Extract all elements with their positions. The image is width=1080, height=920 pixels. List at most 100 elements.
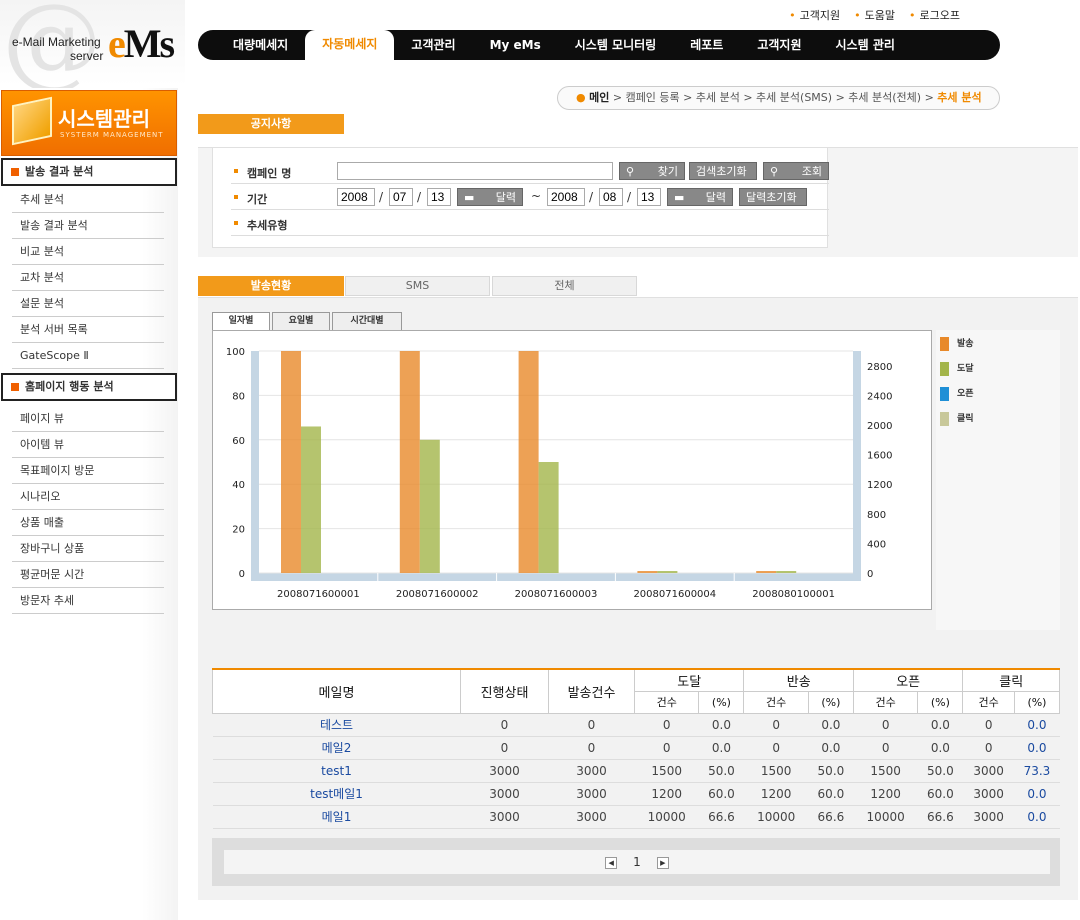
sidebar-section-send-result[interactable]: 발송 결과 분석: [1, 158, 177, 186]
col-sub-count: 건수: [633, 690, 700, 714]
legend-item-reach: 도달: [940, 361, 974, 376]
top-link-support[interactable]: 고객지원: [789, 7, 840, 23]
sidebar-item-send-result[interactable]: 발송 결과 분석: [12, 213, 164, 239]
calendar-reset-button[interactable]: 달력초기화: [739, 188, 807, 206]
mail-name-link[interactable]: 테스트: [212, 713, 461, 737]
y-tick-label: 60: [232, 436, 245, 447]
sidebar-item-stay-time[interactable]: 평균머문 시간: [12, 562, 164, 588]
to-day-input[interactable]: [637, 188, 661, 206]
col-reach: 도달: [633, 668, 745, 692]
mail-name-link[interactable]: test메일1: [212, 782, 461, 806]
table-cell: 0: [743, 736, 809, 760]
table-cell: 0: [962, 736, 1015, 760]
sidebar-item-survey[interactable]: 설문 분석: [12, 291, 164, 317]
next-page-icon[interactable]: ▶: [656, 856, 669, 869]
from-day-input[interactable]: [427, 188, 451, 206]
sidebar-item-scenario[interactable]: 시나리오: [12, 484, 164, 510]
find-button[interactable]: ⚲ 찾기: [619, 162, 685, 180]
mail-name-link[interactable]: 메일1: [212, 805, 461, 829]
sidebar-item-gatescope[interactable]: GateScope Ⅱ: [12, 343, 164, 369]
from-calendar-button[interactable]: ▬ 달력: [457, 188, 523, 206]
sidebar-item-sales[interactable]: 상품 매출: [12, 510, 164, 536]
sidebar-section-homepage[interactable]: 홈페이지 행동 분석: [1, 373, 177, 401]
table-cell: 3000: [460, 782, 549, 806]
chart-tab-weekday[interactable]: 요일별: [272, 312, 330, 331]
sidebar-item-server-list[interactable]: 분석 서버 목록: [12, 317, 164, 343]
y2-tick-label: 0: [867, 569, 873, 580]
gnb-auto-message[interactable]: 자동메세지: [305, 30, 395, 64]
bar-reach: [419, 439, 440, 573]
search-form: 캠페인 명 ⚲ 찾기 검색초기화 ⚲ 조회 기간 / / ▬ 달력 ~ / / ▬ 달력…: [212, 148, 829, 248]
gnb-report[interactable]: 레포트: [673, 30, 740, 60]
bar-send: [756, 571, 777, 573]
legend-swatch-click: [940, 411, 949, 426]
y2-tick-label: 1200: [867, 480, 892, 491]
sidebar-title-en: SYSTERM MANAGEMENT: [60, 131, 164, 139]
sidebar-item-cross[interactable]: 교차 분석: [12, 265, 164, 291]
table-cell: 66.6: [808, 805, 854, 829]
sidebar-item-item-view[interactable]: 아이템 뷰: [12, 432, 164, 458]
search-reset-button[interactable]: 검색초기화: [689, 162, 757, 180]
bar-reach: [776, 571, 797, 573]
table-cell: 1500: [853, 759, 918, 783]
table-cell: 0.0: [808, 713, 854, 737]
table-cell: 10000: [634, 805, 699, 829]
date-slash: /: [379, 190, 384, 204]
notice-tab[interactable]: 공지사항: [198, 114, 344, 134]
chart-tab-daily[interactable]: 일자별: [212, 312, 270, 331]
page-number[interactable]: 1: [633, 855, 641, 869]
query-button[interactable]: ⚲ 조회: [763, 162, 829, 180]
top-link-logout[interactable]: 로그오프: [909, 7, 960, 23]
pagination-bar: ◀ 1 ▶: [224, 850, 1050, 874]
from-year-input[interactable]: [337, 188, 375, 206]
col-sub-count: 건수: [962, 690, 1015, 714]
date-slash: /: [589, 190, 594, 204]
top-link-help[interactable]: 도움말: [854, 7, 895, 23]
calendar-icon: ▬: [674, 191, 685, 204]
table-row: test1 3000 3000 1500 50.0 1500 50.0 1500 50.0 300…: [212, 759, 1060, 783]
gnb-system-admin[interactable]: 시스템 관리: [819, 30, 912, 60]
y2-tick-label: 2000: [867, 421, 892, 432]
result-table: 메일명 진행상태 발송건수 도달 반송 오픈 클릭 건수 (%) 건수 (%) 건수…: [212, 668, 1061, 829]
table-cell: 10000: [853, 805, 918, 829]
table-cell: 0: [743, 713, 809, 737]
mail-name-link[interactable]: 메일2: [212, 736, 461, 760]
logo-brand-ms: Ms: [123, 21, 175, 66]
prev-page-icon[interactable]: ◀: [605, 856, 618, 869]
to-calendar-button[interactable]: ▬ 달력: [667, 188, 733, 206]
col-open: 오픈: [852, 668, 964, 692]
gnb-system-monitoring[interactable]: 시스템 모니터링: [558, 30, 673, 60]
campaign-input[interactable]: [337, 162, 613, 180]
table-cell: 3000: [962, 759, 1015, 783]
sidebar-item-visitor-trend[interactable]: 방문자 추세: [12, 588, 164, 614]
sidebar-item-compare[interactable]: 비교 분석: [12, 239, 164, 265]
gnb-customer[interactable]: 고객관리: [394, 30, 472, 60]
search-icon: ⚲: [626, 165, 635, 178]
to-year-input[interactable]: [547, 188, 585, 206]
from-month-input[interactable]: [389, 188, 413, 206]
breadcrumb-home[interactable]: 메인: [589, 91, 609, 104]
tab-all[interactable]: 전체: [492, 276, 637, 296]
gnb-my-ems[interactable]: My eMs: [473, 30, 558, 60]
table-cell: 3000: [962, 805, 1015, 829]
sidebar-item-cart[interactable]: 장바구니 상품: [12, 536, 164, 562]
mail-name-link[interactable]: test1: [212, 759, 461, 783]
sidebar-item-trend[interactable]: 추세 분석: [12, 187, 164, 213]
trend-type-label: 추세유형: [233, 219, 288, 232]
gnb-support[interactable]: 고객지원: [740, 30, 818, 60]
sidebar-item-page-view[interactable]: 페이지 뷰: [12, 406, 164, 432]
chart-tab-hourly[interactable]: 시간대별: [332, 312, 402, 331]
y-tick-label: 40: [232, 480, 245, 491]
tab-send-status[interactable]: 발송현황: [198, 276, 344, 296]
bar-reach: [538, 462, 559, 573]
table-cell: 50.0: [808, 759, 854, 783]
to-month-input[interactable]: [599, 188, 623, 206]
gnb-bulk-message[interactable]: 대량메세지: [216, 30, 305, 60]
x-tick-label: 2008071600001: [277, 589, 360, 600]
col-sub-count: 건수: [743, 690, 809, 714]
legend-swatch-reach: [940, 361, 949, 376]
tab-sms[interactable]: SMS: [345, 276, 490, 296]
sidebar-item-target-page[interactable]: 목표페이지 방문: [12, 458, 164, 484]
legend-label-click: 클릭: [957, 414, 974, 424]
legend-label-reach: 도달: [957, 364, 974, 374]
